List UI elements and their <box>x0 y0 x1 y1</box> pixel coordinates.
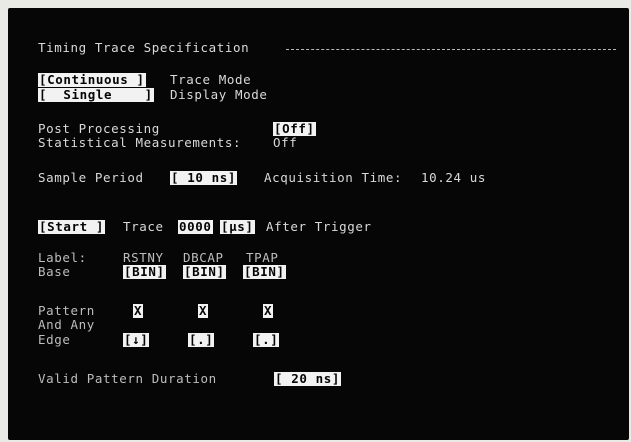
display-mode-field[interactable]: [ Single ] <box>38 88 154 102</box>
edge-field-2[interactable]: [.] <box>188 333 215 347</box>
sample-period-label: Sample Period <box>38 170 144 185</box>
acquisition-time-label: Acquisition Time: <box>264 170 403 185</box>
pattern-label: Pattern <box>38 303 95 318</box>
post-processing-label: Post Processing <box>38 121 160 136</box>
statistical-value: Off <box>273 135 298 150</box>
label-col-3: TPAP <box>246 250 279 265</box>
edge-field-3[interactable]: [.] <box>253 333 280 347</box>
label-title: Label: <box>38 250 87 265</box>
label-col-2: DBCAP <box>183 250 224 265</box>
base-field-2[interactable]: [BIN] <box>183 265 226 279</box>
trace-start-field[interactable]: [Start ] <box>38 220 106 234</box>
after-trigger-label: After Trigger <box>266 219 372 234</box>
display-screen: Timing Trace Specification [Continuous ]… <box>8 8 629 440</box>
sample-period-field[interactable]: [ 10 ns] <box>170 171 238 185</box>
base-field-1[interactable]: [BIN] <box>123 265 166 279</box>
trace-word: Trace <box>123 219 164 234</box>
display-mode-label: Display Mode <box>170 87 268 102</box>
title-divider <box>286 49 616 50</box>
trace-mode-label: Trace Mode <box>170 72 252 87</box>
acquisition-time-value: 10.24 us <box>421 170 487 185</box>
trace-mode-field[interactable]: [Continuous ] <box>38 73 146 87</box>
pattern-field-2[interactable]: X <box>198 304 209 318</box>
statistical-label: Statistical Measurements: <box>38 135 242 150</box>
base-title: Base <box>38 264 71 279</box>
edge-label: Edge <box>38 332 71 347</box>
edge-field-1[interactable]: [↓] <box>123 333 150 347</box>
pattern-field-3[interactable]: X <box>263 304 274 318</box>
duration-label: Valid Pattern Duration <box>38 371 217 386</box>
duration-field[interactable]: [ 20 ns] <box>274 372 342 386</box>
label-col-1: RSTNY <box>123 250 164 265</box>
base-field-3[interactable]: [BIN] <box>243 265 286 279</box>
trace-count-field[interactable]: 0000 <box>178 220 213 234</box>
and-any-label: And Any <box>38 317 95 332</box>
page-title: Timing Trace Specification <box>38 40 250 55</box>
pattern-field-1[interactable]: X <box>133 304 144 318</box>
trace-unit-field[interactable]: [µs] <box>220 220 255 234</box>
post-processing-field[interactable]: [Off] <box>273 122 316 136</box>
